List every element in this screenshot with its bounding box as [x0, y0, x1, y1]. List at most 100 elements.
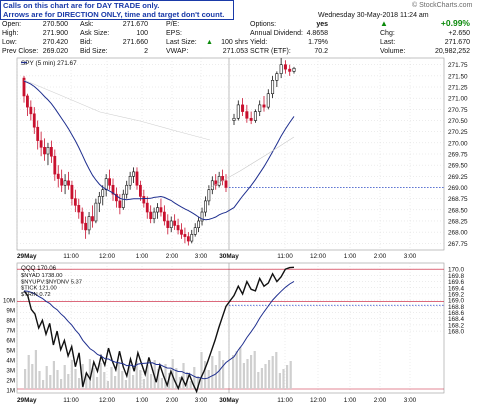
candle-body: [97, 196, 101, 204]
candle-body: [22, 77, 26, 97]
bottom-xtick-label: 1:00: [344, 397, 357, 404]
volume-bar: [271, 356, 274, 389]
price-chart-svg: 271.75 271.50 271.25 271.00 270.75 270.50 270.…: [3, 57, 468, 404]
bottom-xtick-label: 29May: [17, 397, 37, 404]
indicator-legend-item: $NYAD 1738.00: [21, 273, 62, 279]
candle-body: [266, 93, 270, 108]
top-ytick-label: 271.00: [448, 96, 468, 103]
volume-bar: [139, 370, 142, 389]
indicator-legend-item: $TRIN 0.72: [21, 292, 51, 298]
volume-bar: [103, 372, 106, 389]
candle-body: [132, 171, 135, 177]
candle-body: [152, 211, 156, 220]
volume-bar: [286, 365, 289, 389]
volume-bar: [142, 379, 145, 389]
volume-bar: [74, 369, 77, 389]
volume-bar: [275, 352, 278, 389]
volume-bar: [70, 360, 73, 389]
volume-tick-label: 9M: [6, 308, 15, 315]
day-trade-note: Calls on this chart are for DAY TRADE on…: [0, 0, 234, 20]
candle-body: [245, 111, 249, 119]
volume-bar: [96, 377, 99, 389]
volume-bar: [38, 371, 41, 389]
top-xtick-label: 12:00: [310, 253, 326, 260]
volume-bar: [27, 355, 30, 389]
candle-body: [224, 180, 228, 188]
candle-body: [36, 126, 40, 141]
candle-body: [108, 178, 111, 186]
volume-bar: [264, 364, 267, 389]
volume-bar: [211, 356, 214, 389]
bottom-xtick-label: 1:00: [136, 397, 149, 404]
note-line-2: Arrows are for DIRECTION ONLY, time and …: [3, 10, 225, 19]
volume-bar: [253, 351, 256, 389]
stockcharts-window: Calls on this chart are for DAY TRADE on…: [0, 0, 480, 406]
candle-body: [49, 147, 53, 157]
candle-body: [104, 178, 108, 191]
candle-body: [292, 67, 296, 72]
volume-bar: [189, 381, 192, 389]
volume-bar: [67, 374, 70, 389]
candle-body: [217, 176, 221, 186]
bottom-xtick-label: 2:00: [166, 397, 179, 404]
candle-body: [29, 106, 33, 115]
volume-bar: [124, 380, 127, 389]
candle-body: [159, 207, 163, 213]
volume-bar: [60, 379, 63, 389]
top-ytick-label: 269.50: [448, 163, 468, 170]
bottom-xtick-label: 3:00: [195, 397, 208, 404]
note-line-1: Calls on this chart are for DAY TRADE on…: [3, 1, 160, 10]
candle-body: [241, 104, 245, 112]
candle-body: [56, 173, 60, 179]
volume-bar: [45, 366, 48, 389]
top-xtick-label: 3:00: [404, 253, 417, 260]
volume-tick-label: 8M: [6, 318, 15, 325]
candle-body: [236, 104, 240, 119]
candle-body: [84, 222, 88, 231]
candle-body: [70, 184, 74, 199]
top-ytick-label: 268.50: [448, 207, 468, 214]
candle-body: [142, 196, 146, 204]
top-xtick-label: 30May: [219, 253, 239, 260]
volume-bar: [63, 365, 66, 389]
volume-bar: [242, 363, 245, 389]
qqq-legend: QQQ 170.06: [21, 265, 57, 272]
candle-body: [139, 184, 142, 197]
top-ytick-label: 268.75: [448, 196, 468, 203]
volume-tick-label: 10M: [3, 298, 15, 305]
candle-body: [271, 80, 275, 95]
top-xtick-label: 2:00: [374, 253, 387, 260]
volume-bar: [99, 363, 102, 389]
candle-body: [180, 229, 183, 235]
top-xtick-label: 1:00: [136, 253, 149, 260]
candle-body: [210, 180, 214, 191]
volume-bar: [160, 378, 163, 389]
volume-bar: [110, 367, 113, 389]
volume-bar: [24, 369, 27, 389]
candle-body: [275, 73, 279, 81]
candle-body: [288, 68, 292, 72]
volume-tick-label: 7M: [6, 328, 15, 335]
volume-bar: [42, 380, 45, 389]
candle-body: [166, 220, 170, 228]
top-ytick-label: 269.25: [448, 174, 468, 181]
indicator-legend-item: $NYUPV:$NYDNV 5.37: [21, 279, 82, 285]
volume-bar: [257, 372, 260, 389]
candle-body: [32, 113, 36, 128]
volume-bar: [114, 376, 117, 389]
candle-body: [145, 202, 149, 213]
top-ytick-label: 267.75: [448, 241, 468, 248]
bottom-xtick-label: 11:00: [277, 397, 293, 404]
candle-body: [39, 140, 43, 148]
candle-body: [60, 178, 64, 186]
top-ytick-label: 270.25: [448, 129, 468, 136]
volume-tick-label: 2M: [6, 378, 15, 385]
bottom-xtick-label: 12:00: [99, 397, 115, 404]
volume-bar: [246, 359, 249, 389]
volume-bar: [34, 350, 37, 389]
candle-body: [197, 220, 201, 228]
candle-body: [91, 216, 94, 222]
candle-body: [283, 64, 287, 70]
top-ytick-label: 271.75: [448, 62, 468, 69]
volume-tick-label: 5M: [6, 348, 15, 355]
